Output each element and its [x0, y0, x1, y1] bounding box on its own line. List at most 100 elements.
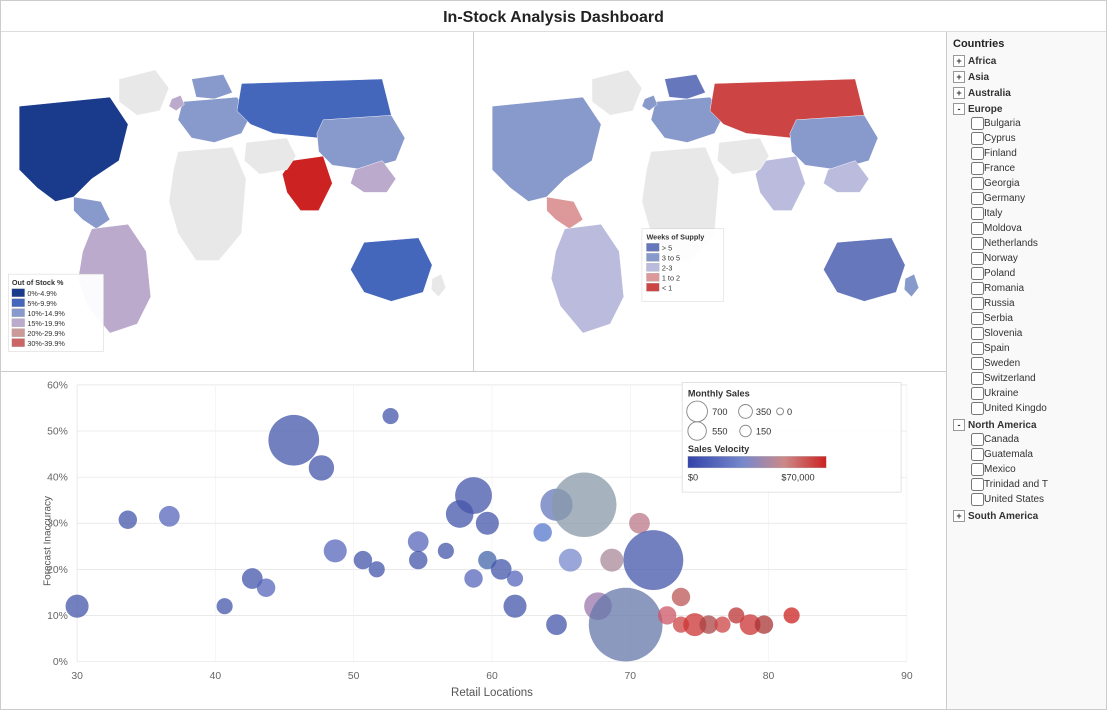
sidebar-item-mexico[interactable]: Mexico: [953, 462, 1100, 477]
checkbox-netherlands[interactable]: [971, 237, 984, 250]
sidebar-item-france[interactable]: France: [953, 161, 1100, 176]
svg-text:5%-9.9%: 5%-9.9%: [27, 299, 57, 308]
checkbox-bulgaria[interactable]: [971, 117, 984, 130]
sidebar-group-label-africa: Africa: [968, 56, 996, 67]
sidebar-group-header-asia[interactable]: + Asia: [953, 70, 1100, 84]
svg-text:700: 700: [712, 407, 727, 417]
svg-text:10%-14.9%: 10%-14.9%: [27, 309, 65, 318]
svg-text:80: 80: [763, 671, 775, 682]
checkbox-cyprus[interactable]: [971, 132, 984, 145]
svg-text:40%: 40%: [47, 473, 68, 484]
sidebar-item-finland[interactable]: Finland: [953, 146, 1100, 161]
sidebar-group-header-north-america[interactable]: - North America: [953, 418, 1100, 432]
svg-text:30: 30: [71, 671, 83, 682]
sidebar-item-spain[interactable]: Spain: [953, 341, 1100, 356]
svg-text:150: 150: [756, 426, 771, 436]
sidebar-item-cyprus[interactable]: Cyprus: [953, 131, 1100, 146]
svg-text:30%: 30%: [47, 519, 68, 530]
maps-row: Out of Stock % 0%-4.9% 5%-9.9% 10%-14.9%…: [1, 32, 946, 372]
sidebar-group-header-australia[interactable]: + Australia: [953, 86, 1100, 100]
checkbox-canada[interactable]: [971, 433, 984, 446]
checkbox-mexico[interactable]: [971, 463, 984, 476]
checkbox-romania[interactable]: [971, 282, 984, 295]
sidebar-item-moldova[interactable]: Moldova: [953, 221, 1100, 236]
checkbox-poland[interactable]: [971, 267, 984, 280]
svg-text:Out of Stock %: Out of Stock %: [12, 278, 64, 287]
sidebar-item-united-kingdom[interactable]: United Kingdo: [953, 401, 1100, 416]
svg-text:< 1: < 1: [662, 283, 672, 292]
sidebar-item-germany[interactable]: Germany: [953, 191, 1100, 206]
sidebar-item-slovenia[interactable]: Slovenia: [953, 326, 1100, 341]
expand-europe[interactable]: -: [953, 103, 965, 115]
sidebar-item-russia[interactable]: Russia: [953, 296, 1100, 311]
checkbox-serbia[interactable]: [971, 312, 984, 325]
svg-text:Monthly Sales: Monthly Sales: [688, 388, 750, 398]
checkbox-moldova[interactable]: [971, 222, 984, 235]
sidebar-group-label-north-america: North America: [968, 420, 1037, 431]
sidebar-item-norway[interactable]: Norway: [953, 251, 1100, 266]
svg-text:> 5: > 5: [662, 244, 672, 253]
sidebar-item-canada[interactable]: Canada: [953, 432, 1100, 447]
sidebar-item-bulgaria[interactable]: Bulgaria: [953, 116, 1100, 131]
expand-australia[interactable]: +: [953, 87, 965, 99]
sidebar-group-australia: + Australia: [953, 86, 1100, 100]
svg-text:70: 70: [625, 671, 637, 682]
svg-text:$70,000: $70,000: [781, 473, 814, 483]
sidebar-item-romania[interactable]: Romania: [953, 281, 1100, 296]
checkbox-norway[interactable]: [971, 252, 984, 265]
dashboard-title: In-Stock Analysis Dashboard: [1, 1, 1106, 32]
sidebar-item-italy[interactable]: Italy: [953, 206, 1100, 221]
checkbox-france[interactable]: [971, 162, 984, 175]
checkbox-guatemala[interactable]: [971, 448, 984, 461]
checkbox-switzerland[interactable]: [971, 372, 984, 385]
sidebar-title: Countries: [953, 38, 1100, 50]
svg-text:Retail Locations: Retail Locations: [451, 687, 533, 699]
expand-north-america[interactable]: -: [953, 419, 965, 431]
checkbox-germany[interactable]: [971, 192, 984, 205]
svg-text:Weeks of Supply: Weeks of Supply: [646, 233, 704, 242]
checkbox-united-kingdom[interactable]: [971, 402, 984, 415]
checkbox-united-states[interactable]: [971, 493, 984, 506]
checkbox-trinidad[interactable]: [971, 478, 984, 491]
checkbox-italy[interactable]: [971, 207, 984, 220]
sidebar-item-netherlands[interactable]: Netherlands: [953, 236, 1100, 251]
sidebar-group-label-asia: Asia: [968, 72, 989, 83]
sidebar-item-switzerland[interactable]: Switzerland: [953, 371, 1100, 386]
checkbox-sweden[interactable]: [971, 357, 984, 370]
sidebar-group-north-america: - North America Canada Guatemala Mexico …: [953, 418, 1100, 507]
map-panel-weeks-supply: Weeks of Supply > 5 3 to 5 2-3 1 to 2 < …: [474, 32, 946, 371]
checkbox-spain[interactable]: [971, 342, 984, 355]
svg-text:0: 0: [787, 407, 792, 417]
checkbox-finland[interactable]: [971, 147, 984, 160]
svg-text:50%: 50%: [47, 426, 68, 437]
sidebar-group-south-america: + South America: [953, 509, 1100, 523]
sidebar-group-label-south-america: South America: [968, 511, 1038, 522]
sidebar-item-georgia[interactable]: Georgia: [953, 176, 1100, 191]
svg-text:350: 350: [756, 407, 771, 417]
sidebar-item-ukraine[interactable]: Ukraine: [953, 386, 1100, 401]
sidebar-item-poland[interactable]: Poland: [953, 266, 1100, 281]
sidebar-item-sweden[interactable]: Sweden: [953, 356, 1100, 371]
svg-text:20%: 20%: [47, 565, 68, 576]
checkbox-russia[interactable]: [971, 297, 984, 310]
svg-text:3 to 5: 3 to 5: [662, 254, 680, 263]
expand-south-america[interactable]: +: [953, 510, 965, 522]
sidebar-group-header-europe[interactable]: - Europe: [953, 102, 1100, 116]
checkbox-slovenia[interactable]: [971, 327, 984, 340]
sidebar-item-serbia[interactable]: Serbia: [953, 311, 1100, 326]
sidebar-group-label-europe: Europe: [968, 104, 1002, 115]
sidebar-item-guatemala[interactable]: Guatemala: [953, 447, 1100, 462]
sidebar-group-header-south-america[interactable]: + South America: [953, 509, 1100, 523]
svg-text:10%: 10%: [47, 611, 68, 622]
expand-asia[interactable]: +: [953, 71, 965, 83]
svg-text:50: 50: [348, 671, 360, 682]
svg-text:0%-4.9%: 0%-4.9%: [27, 289, 57, 298]
checkbox-georgia[interactable]: [971, 177, 984, 190]
sidebar-item-united-states[interactable]: United States: [953, 492, 1100, 507]
checkbox-ukraine[interactable]: [971, 387, 984, 400]
sidebar-group-header-africa[interactable]: + Africa: [953, 54, 1100, 68]
scatter-plot: 0% 10% 20% 30% 40% 50% 60% 30 40 50 60 7…: [31, 372, 946, 709]
expand-africa[interactable]: +: [953, 55, 965, 67]
sidebar: Countries + Africa + Asia + Au: [946, 32, 1106, 709]
sidebar-item-trinidad[interactable]: Trinidad and T: [953, 477, 1100, 492]
